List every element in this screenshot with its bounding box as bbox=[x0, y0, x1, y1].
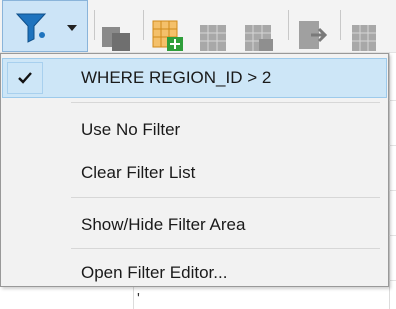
toolbar-separator bbox=[288, 10, 289, 40]
grid-line bbox=[389, 190, 396, 191]
grid-line bbox=[389, 100, 396, 101]
menu-item-label: Clear Filter List bbox=[81, 163, 196, 182]
filter-icon bbox=[15, 13, 47, 43]
filter-dropdown-menu: WHERE REGION_ID > 2 Use No Filter Clear … bbox=[0, 53, 389, 287]
menu-item-open-filter-editor[interactable]: Open Filter Editor... bbox=[2, 253, 387, 293]
grid-line bbox=[389, 145, 396, 146]
grid-line bbox=[389, 235, 396, 236]
menu-item-label: Show/Hide Filter Area bbox=[81, 215, 246, 234]
menu-item-use-no-filter[interactable]: Use No Filter bbox=[2, 110, 387, 150]
menu-separator bbox=[71, 197, 380, 198]
toolbar-separator bbox=[340, 10, 341, 40]
menu-item-where-region-id[interactable]: WHERE REGION_ID > 2 bbox=[2, 58, 387, 98]
filter-dropdown-button[interactable] bbox=[2, 0, 88, 52]
menu-separator bbox=[71, 102, 380, 103]
menu-item-label: Use No Filter bbox=[81, 120, 181, 139]
toolbar-separator bbox=[143, 10, 144, 40]
grid-line bbox=[389, 280, 396, 281]
check-gutter bbox=[7, 62, 43, 94]
dropdown-arrow-icon bbox=[67, 25, 77, 31]
toolbar bbox=[0, 0, 396, 52]
menu-item-show-hide-filter-area[interactable]: Show/Hide Filter Area bbox=[2, 205, 387, 245]
menu-item-label: WHERE REGION_ID > 2 bbox=[81, 68, 272, 87]
menu-item-label: Open Filter Editor... bbox=[81, 263, 228, 282]
toolbar-separator bbox=[94, 10, 95, 40]
grid-line bbox=[389, 52, 390, 309]
menu-separator bbox=[71, 248, 380, 249]
checkmark-icon bbox=[18, 72, 32, 84]
menu-item-clear-filter-list[interactable]: Clear Filter List bbox=[2, 153, 387, 193]
